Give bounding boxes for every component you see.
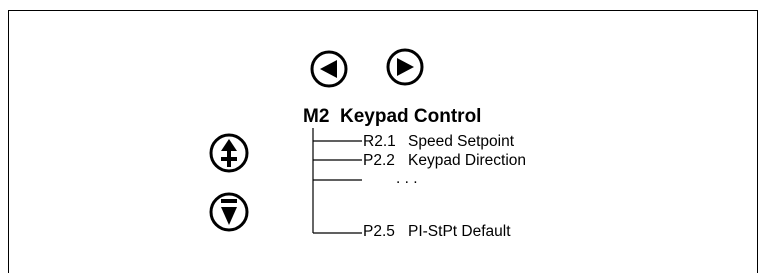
menu-item-label: PI-StPt Default (408, 223, 511, 240)
down-minus-button[interactable] (209, 192, 249, 232)
minus-icon (221, 199, 237, 203)
menu-item-code: P2.2 (363, 152, 395, 169)
up-plus-button[interactable] (209, 133, 249, 173)
left-arrow-button[interactable] (310, 50, 348, 88)
menu-item-label: Speed Setpoint (408, 133, 515, 150)
menu-item-label: Keypad Direction (408, 152, 527, 169)
menu-item-code: R2.1 (363, 133, 396, 150)
menu-item-code: P2.5 (363, 223, 395, 240)
menu-item-ellipsis: . . . (396, 170, 418, 187)
menu-tree-lines (312, 128, 362, 234)
menu-title: Keypad Control (340, 106, 482, 127)
menu-code: M2 (303, 106, 330, 127)
right-arrow-button[interactable] (386, 48, 424, 86)
